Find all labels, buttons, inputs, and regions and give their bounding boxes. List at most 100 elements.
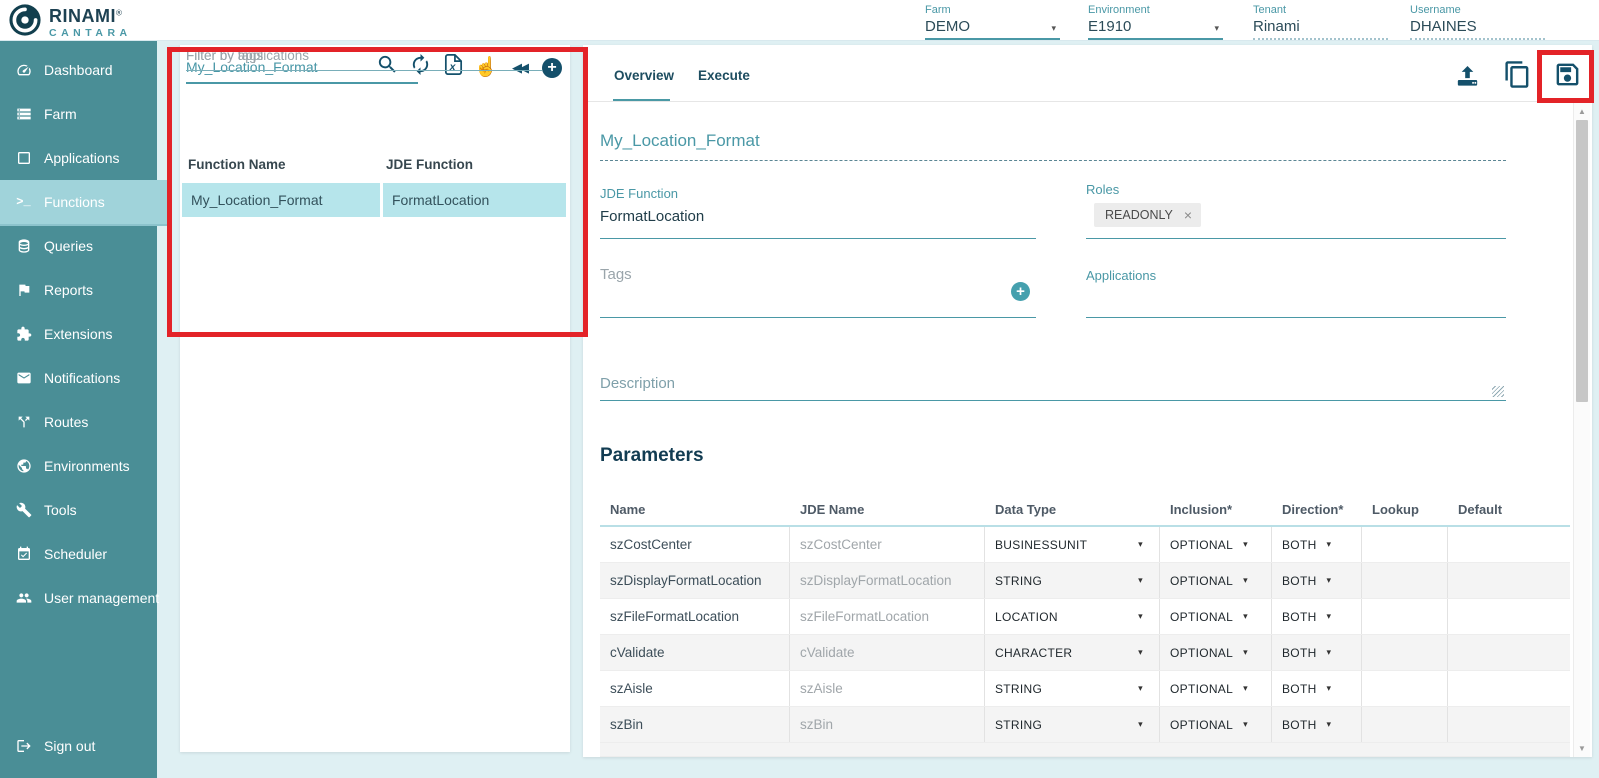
- role-chip-readonly[interactable]: READONLY ×: [1094, 203, 1201, 227]
- data-type-select[interactable]: BUSINESSUNIT ▾: [985, 527, 1160, 562]
- function-row-my-location-format[interactable]: My_Location_Format FormatLocation: [182, 183, 568, 217]
- sidebar-item-scheduler[interactable]: Scheduler: [0, 532, 157, 576]
- lookup-cell[interactable]: [1362, 707, 1448, 742]
- direction-select[interactable]: BOTH ▾: [1272, 671, 1362, 706]
- sidebar-item-extensions[interactable]: Extensions: [0, 312, 157, 356]
- inclusion-select[interactable]: OPTIONAL ▾: [1160, 707, 1272, 742]
- inclusion-select[interactable]: OPTIONAL ▾: [1160, 527, 1272, 562]
- sidebar-item-dashboard[interactable]: Dashboard: [0, 48, 157, 92]
- add-tag-button[interactable]: +: [1011, 282, 1030, 301]
- inclusion-select[interactable]: OPTIONAL ▾: [1160, 563, 1272, 598]
- column-header-inclusion: Inclusion*: [1160, 502, 1272, 517]
- selector-value[interactable]: DHAINES ▾: [1410, 18, 1545, 40]
- param-name-cell: cValidate: [600, 635, 790, 670]
- dropdown-arrow-icon: ▾: [1327, 611, 1332, 622]
- chip-remove-icon[interactable]: ×: [1184, 208, 1192, 222]
- scrollbar-thumb[interactable]: [1576, 120, 1588, 402]
- selector-value[interactable]: E1910 ▾: [1088, 18, 1223, 40]
- sidebar-item-label: Notifications: [44, 370, 120, 386]
- sidebar-item-sign-out[interactable]: Sign out: [0, 724, 157, 768]
- sidebar-item-tools[interactable]: Tools: [0, 488, 157, 532]
- toolbar-button-upload[interactable]: [1451, 61, 1483, 93]
- toolbar-button-save[interactable]: [1551, 61, 1583, 93]
- param-jde-name-cell: cValidate: [790, 635, 985, 670]
- jde-function-value[interactable]: FormatLocation: [600, 208, 1036, 225]
- sidebar-nav: Dashboard Farm Applications >_ Functions: [0, 41, 157, 620]
- default-cell[interactable]: [1448, 635, 1570, 670]
- default-cell[interactable]: [1448, 599, 1570, 634]
- function-list-rows: My_Location_Format FormatLocation: [182, 183, 568, 219]
- branch-icon: [14, 414, 33, 430]
- inclusion-select[interactable]: OPTIONAL ▾: [1160, 671, 1272, 706]
- dropdown-arrow-icon: ▾: [1243, 683, 1248, 694]
- lookup-cell[interactable]: [1362, 635, 1448, 670]
- direction-select[interactable]: BOTH ▾: [1272, 527, 1362, 562]
- tab-execute[interactable]: Execute: [698, 68, 750, 83]
- dropdown-arrow-icon: ▾: [1243, 575, 1248, 586]
- column-header-function-name: Function Name: [188, 157, 286, 172]
- jde-function-cell: FormatLocation: [383, 183, 566, 217]
- inclusion-select[interactable]: OPTIONAL ▾: [1160, 599, 1272, 634]
- selector-environment[interactable]: Environment E1910 ▾: [1088, 4, 1223, 38]
- sidebar-item-environments[interactable]: Environments: [0, 444, 157, 488]
- dropdown-arrow-icon: ▾: [1327, 575, 1332, 586]
- data-type-select[interactable]: CHARACTER ▾: [985, 635, 1160, 670]
- default-cell[interactable]: [1448, 563, 1570, 598]
- sidebar-item-routes[interactable]: Routes: [0, 400, 157, 444]
- parameter-row-szdisplayformatlocation: szDisplayFormatLocation szDisplayFormatL…: [600, 563, 1570, 599]
- direction-select[interactable]: BOTH ▾: [1272, 599, 1362, 634]
- dropdown-arrow-icon: ▾: [1138, 683, 1143, 694]
- direction-select[interactable]: BOTH ▾: [1272, 635, 1362, 670]
- filter-input[interactable]: [186, 45, 542, 71]
- data-type-select[interactable]: STRING ▾: [985, 707, 1160, 742]
- default-cell[interactable]: [1448, 707, 1570, 742]
- dropdown-arrow-icon: ▾: [1243, 647, 1248, 658]
- dashboard-icon: [14, 62, 33, 78]
- direction-select[interactable]: BOTH ▾: [1272, 563, 1362, 598]
- sidebar-item-applications[interactable]: Applications: [0, 136, 157, 180]
- description-field[interactable]: Description: [600, 375, 1506, 401]
- roles-field[interactable]: Roles READONLY ×: [1086, 182, 1506, 239]
- parameter-row-cvalidate: cValidate cValidate CHARACTER ▾ OPTIONAL…: [600, 635, 1570, 671]
- textarea-resize-handle[interactable]: [1492, 386, 1504, 397]
- function-name-cell: My_Location_Format: [182, 183, 380, 217]
- selector-username[interactable]: Username DHAINES ▾: [1410, 4, 1545, 38]
- selector-tenant[interactable]: Tenant Rinami ▾: [1253, 4, 1388, 38]
- selector-label: Environment: [1088, 4, 1223, 16]
- lookup-cell[interactable]: [1362, 563, 1448, 598]
- sidebar-item-farm[interactable]: Farm: [0, 92, 157, 136]
- applications-field[interactable]: Applications: [1086, 266, 1506, 318]
- lookup-cell[interactable]: [1362, 671, 1448, 706]
- data-type-select[interactable]: STRING ▾: [985, 671, 1160, 706]
- selector-farm[interactable]: Farm DEMO ▾: [925, 4, 1060, 38]
- toolbar-button-copy[interactable]: [1501, 61, 1533, 93]
- sidebar-item-label: Sign out: [44, 738, 95, 754]
- lookup-cell[interactable]: [1362, 527, 1448, 562]
- jde-function-field[interactable]: JDE Function FormatLocation: [600, 186, 1036, 239]
- tags-field[interactable]: Tags +: [600, 266, 1036, 318]
- data-type-select[interactable]: STRING ▾: [985, 563, 1160, 598]
- sidebar-item-reports[interactable]: Reports: [0, 268, 157, 312]
- param-name-cell: szDisplayFormatLocation: [600, 563, 790, 598]
- sidebar-item-functions[interactable]: >_ Functions: [0, 180, 168, 224]
- direction-select[interactable]: BOTH ▾: [1272, 707, 1362, 742]
- default-cell[interactable]: [1448, 527, 1570, 562]
- sidebar-item-label: Environments: [44, 458, 130, 474]
- lookup-cell[interactable]: [1362, 599, 1448, 634]
- data-type-select[interactable]: LOCATION ▾: [985, 599, 1160, 634]
- selector-value[interactable]: DEMO ▾: [925, 18, 1060, 40]
- dropdown-arrow-icon: ▾: [1327, 647, 1332, 658]
- vertical-scrollbar[interactable]: ▲ ▼: [1573, 102, 1590, 757]
- inclusion-select[interactable]: OPTIONAL ▾: [1160, 635, 1272, 670]
- default-cell[interactable]: [1448, 671, 1570, 706]
- scroll-down-icon[interactable]: ▼: [1578, 744, 1586, 753]
- tabs-divider: [583, 101, 1592, 102]
- sidebar-item-queries[interactable]: Queries: [0, 224, 157, 268]
- param-name-cell: szFileFormatLocation: [600, 599, 790, 634]
- sidebar-item-notifications[interactable]: Notifications: [0, 356, 157, 400]
- toolbar-button-add[interactable]: +: [538, 53, 566, 81]
- scroll-up-icon[interactable]: ▲: [1578, 107, 1586, 116]
- sidebar-item-user-management[interactable]: User management: [0, 576, 157, 620]
- selector-value[interactable]: Rinami ▾: [1253, 18, 1388, 40]
- tab-overview[interactable]: Overview: [614, 68, 674, 83]
